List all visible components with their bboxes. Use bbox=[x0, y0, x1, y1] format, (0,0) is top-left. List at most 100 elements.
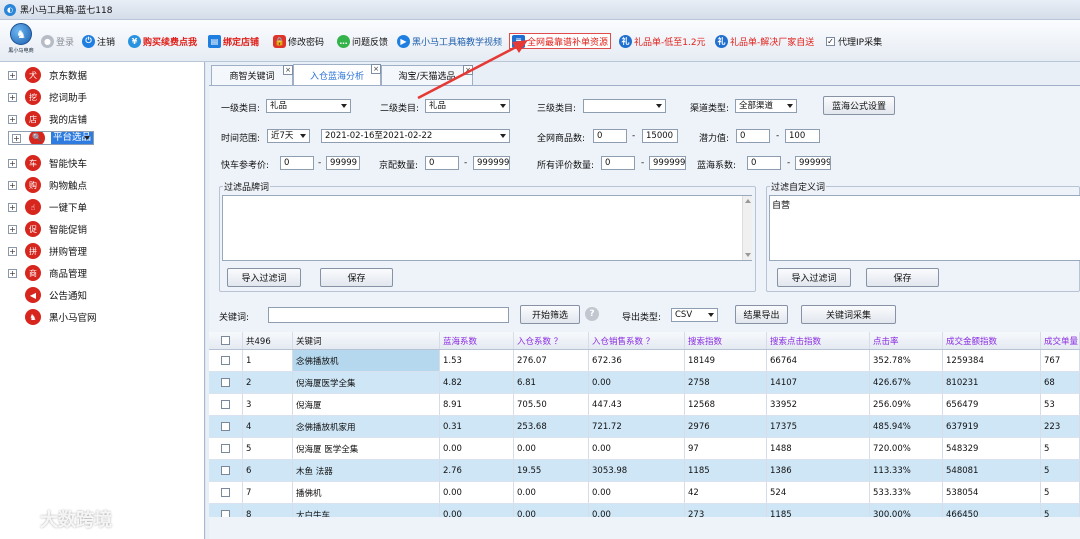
cat3-select[interactable] bbox=[583, 99, 666, 113]
table-row[interactable]: 6 木鱼 法器 2.76 19.55 3053.98 1185 1386 113.33% 548… bbox=[209, 460, 1080, 482]
cat2-select[interactable]: 礼品 bbox=[425, 99, 510, 113]
bluesea-min-input[interactable]: 0 bbox=[747, 156, 781, 170]
login-button[interactable]: ● 登录 bbox=[41, 34, 74, 48]
help-icon[interactable]: ? bbox=[585, 307, 599, 321]
expand-icon[interactable]: + bbox=[8, 114, 17, 124]
table-row[interactable]: 3 倪海厦 8.91 705.50 447.43 12568 33952 256.09% 656… bbox=[209, 394, 1080, 416]
reviews-max-input[interactable]: 9999999 bbox=[649, 156, 686, 170]
checkbox-icon[interactable] bbox=[221, 422, 230, 431]
sidebar-item[interactable]: ◀ 公告通知 bbox=[8, 285, 89, 305]
table-row[interactable]: 5 倪海厦 医学全集 0.00 0.00 0.00 97 1488 720.00% 548329… bbox=[209, 438, 1080, 460]
buy-renew-button[interactable]: ¥ 购买续费点我 bbox=[128, 34, 197, 48]
expand-icon[interactable]: + bbox=[8, 180, 17, 190]
expand-icon[interactable]: + bbox=[8, 70, 17, 80]
checkbox-icon[interactable] bbox=[221, 466, 230, 475]
table-row[interactable]: 8 大白牛车 0.00 0.00 0.00 273 1185 300.00% 466450 5 bbox=[209, 504, 1080, 517]
proxy-ip-checkbox[interactable]: ✓ 代理IP采集 bbox=[826, 34, 882, 48]
column-header[interactable]: 成交金额指数 bbox=[943, 332, 1041, 349]
custom-filter-textarea[interactable]: 自营 bbox=[769, 195, 1080, 261]
video-button[interactable]: ▶ 黑小马工具箱教学视频 bbox=[397, 34, 502, 48]
sidebar-item[interactable]: + 购购物触点 bbox=[8, 175, 89, 195]
sidebar-item[interactable]: + 店我的店铺 bbox=[8, 109, 89, 129]
expand-icon[interactable]: + bbox=[8, 268, 17, 278]
sidebar-item[interactable]: + 车智能快车 bbox=[8, 153, 89, 173]
bluesea-formula-button[interactable]: 蓝海公式设置 bbox=[823, 96, 895, 115]
feedback-button[interactable]: … 问题反馈 bbox=[337, 34, 388, 48]
potential-max-input[interactable]: 100 bbox=[785, 129, 820, 143]
column-header[interactable]: 关键词 bbox=[293, 332, 440, 349]
row-checkbox[interactable] bbox=[209, 416, 243, 437]
custom-import-button[interactable]: 导入过滤词 bbox=[777, 268, 851, 287]
checkbox-icon[interactable] bbox=[221, 356, 230, 365]
row-checkbox[interactable] bbox=[209, 438, 243, 459]
row-checkbox[interactable] bbox=[209, 460, 243, 481]
checkbox-icon[interactable] bbox=[221, 488, 230, 497]
expand-icon[interactable]: + bbox=[8, 92, 17, 102]
brand-filter-textarea[interactable] bbox=[222, 195, 752, 261]
row-checkbox[interactable] bbox=[209, 482, 243, 503]
column-header[interactable]: 点击率 bbox=[870, 332, 943, 349]
expand-icon[interactable]: + bbox=[8, 202, 17, 212]
checkbox-icon[interactable] bbox=[221, 378, 230, 387]
column-header[interactable]: 成交单量 bbox=[1041, 332, 1080, 349]
close-icon[interactable]: × bbox=[371, 64, 381, 74]
channel-select[interactable]: 全部渠道 bbox=[735, 99, 797, 113]
row-checkbox[interactable] bbox=[209, 372, 243, 393]
gift-factory-button[interactable]: 礼 礼品单-解决厂家自送 bbox=[715, 34, 814, 48]
keyword-input[interactable] bbox=[268, 307, 509, 323]
brand-save-button[interactable]: 保存 bbox=[320, 268, 393, 287]
column-header[interactable]: 共496 bbox=[243, 332, 293, 349]
custom-save-button[interactable]: 保存 bbox=[866, 268, 939, 287]
change-password-button[interactable]: 🔒 修改密码 bbox=[273, 34, 324, 48]
total-goods-max-input[interactable]: 15000 bbox=[642, 129, 678, 143]
keyword-collect-button[interactable]: 关键词采集 bbox=[801, 305, 896, 324]
column-header[interactable]: 搜索点击指数 bbox=[767, 332, 870, 349]
start-filter-button[interactable]: 开始筛选 bbox=[520, 305, 580, 324]
brand-import-button[interactable]: 导入过滤词 bbox=[227, 268, 301, 287]
close-icon[interactable]: × bbox=[283, 65, 293, 75]
reviews-min-input[interactable]: 0 bbox=[601, 156, 635, 170]
export-results-button[interactable]: 结果导出 bbox=[735, 305, 788, 324]
sidebar-item[interactable]: + 挖挖词助手 bbox=[8, 87, 89, 107]
expand-icon[interactable]: + bbox=[8, 224, 17, 234]
sidebar-item[interactable]: + ☝ 一键下单 bbox=[8, 197, 89, 217]
tab-taobao-selection[interactable]: 淘宝/天猫选品 × bbox=[381, 65, 473, 85]
column-header[interactable]: 入仓销售系数 ？ bbox=[589, 332, 685, 349]
jd-match-min-input[interactable]: 0 bbox=[425, 156, 459, 170]
cat1-select[interactable]: 礼品 bbox=[266, 99, 351, 113]
supplement-button[interactable]: ≣ 全网最靠谱补单资源 bbox=[509, 33, 612, 49]
table-row[interactable]: 1 念佛播放机 1.53 276.07 672.36 18149 66764 352.78% 1… bbox=[209, 350, 1080, 372]
sidebar-item[interactable]: ♞ 黑小马官网 bbox=[8, 307, 99, 327]
checkbox-icon[interactable] bbox=[221, 400, 230, 409]
table-row[interactable]: 2 倪海厦医学全集 4.82 6.81 0.00 2758 14107 426.67% 8102… bbox=[209, 372, 1080, 394]
row-checkbox[interactable] bbox=[209, 350, 243, 371]
select-all-checkbox[interactable] bbox=[209, 332, 243, 349]
bluesea-max-input[interactable]: 9999999 bbox=[795, 156, 831, 170]
time-range-select[interactable]: 近7天 bbox=[267, 129, 310, 143]
column-header[interactable]: 蓝海系数 bbox=[440, 332, 514, 349]
row-checkbox[interactable] bbox=[209, 504, 243, 517]
tab-bluesea-analysis[interactable]: 入仓蓝海分析 × bbox=[293, 64, 381, 85]
express-min-input[interactable]: 0 bbox=[280, 156, 314, 170]
export-type-select[interactable]: CSV bbox=[671, 308, 718, 322]
sidebar-item[interactable]: + 促智能促销 bbox=[8, 219, 89, 239]
sidebar-item[interactable]: + 拼拼购管理 bbox=[8, 241, 89, 261]
logout-button[interactable]: ⏻ 注销 bbox=[82, 34, 115, 48]
potential-min-input[interactable]: 0 bbox=[736, 129, 770, 143]
column-header[interactable]: 搜索指数 bbox=[685, 332, 767, 349]
scrollbar[interactable] bbox=[742, 196, 752, 260]
table-row[interactable]: 4 念佛播放机家用 0.31 253.68 721.72 2976 17375 485.94%… bbox=[209, 416, 1080, 438]
date-range-select[interactable]: 2021-02-16至2021-02-22 bbox=[321, 129, 510, 143]
express-max-input[interactable]: 99999 bbox=[326, 156, 360, 170]
checkbox-icon[interactable] bbox=[221, 336, 230, 345]
checkbox-icon[interactable] bbox=[221, 510, 230, 517]
sidebar-item[interactable]: + 犬京东数据 bbox=[8, 65, 89, 85]
gift-low-button[interactable]: 礼 礼品单-低至1.2元 bbox=[619, 34, 706, 48]
expand-icon[interactable]: + bbox=[8, 246, 17, 256]
total-goods-min-input[interactable]: 0 bbox=[593, 129, 627, 143]
column-header[interactable]: 入仓系数 ？ bbox=[514, 332, 589, 349]
checkbox-icon[interactable] bbox=[221, 444, 230, 453]
expand-icon[interactable]: + bbox=[12, 133, 21, 143]
table-row[interactable]: 7 播佛机 0.00 0.00 0.00 42 524 533.33% 538054 5 bbox=[209, 482, 1080, 504]
jd-match-max-input[interactable]: 999999 bbox=[473, 156, 510, 170]
